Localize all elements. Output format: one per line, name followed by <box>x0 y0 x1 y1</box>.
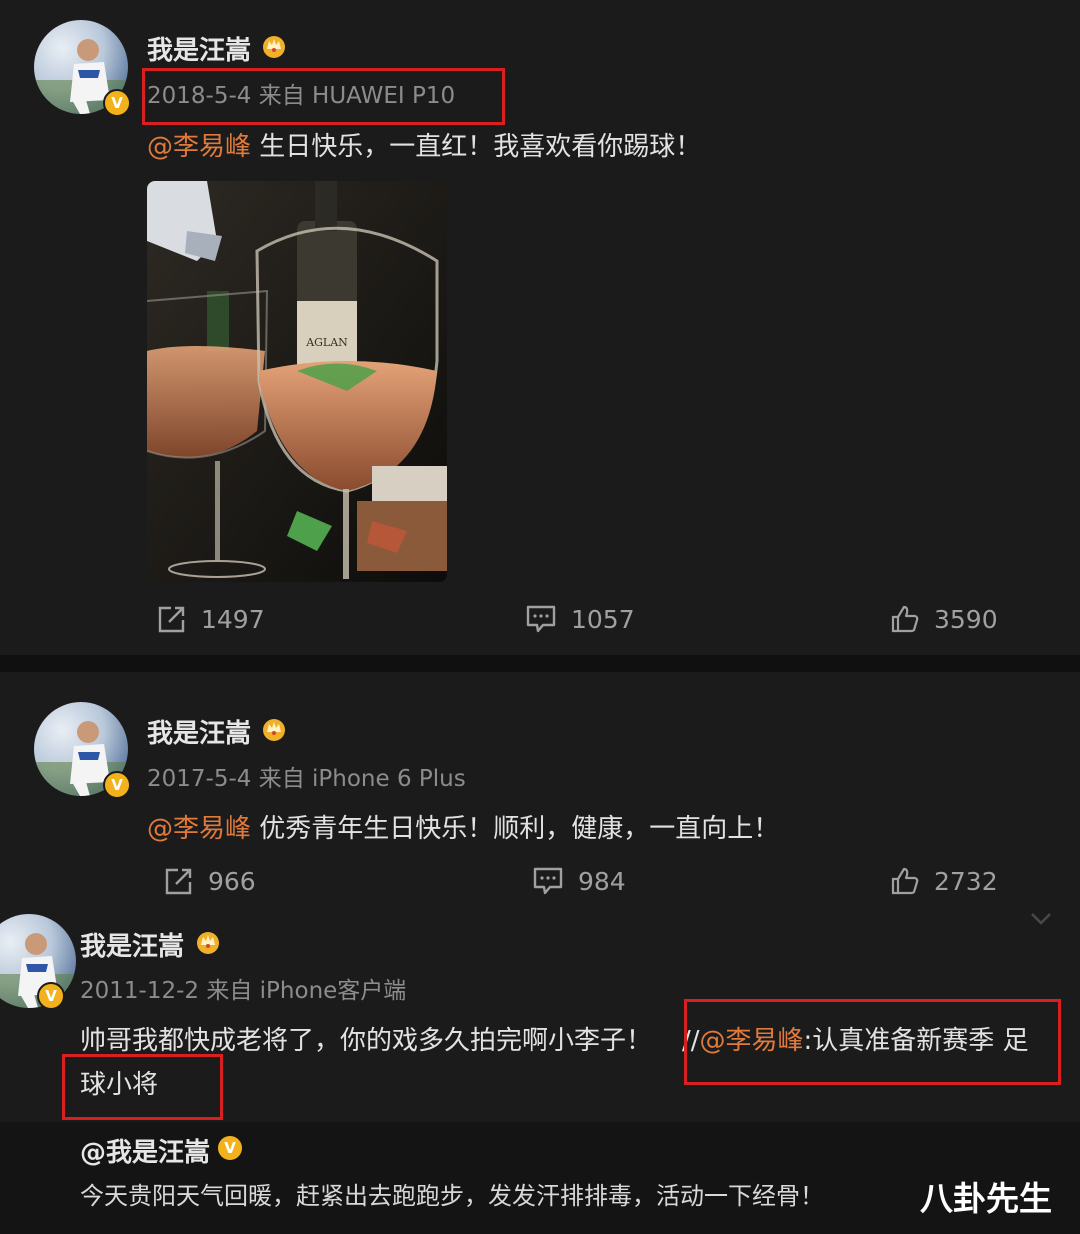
highlight-box <box>142 68 505 125</box>
post-meta: 2017-5-4 来自 iPhone 6 Plus <box>147 766 466 792</box>
post-meta: 2011-12-2 来自 iPhone客户端 <box>80 978 407 1004</box>
repost-count: 1497 <box>201 604 265 634</box>
post-body: 优秀青年生日快乐！顺利，健康，一直向上！ <box>251 814 780 844</box>
post-card: V 我是汪嵩 2011-12-2 来自 iPhone客户端 帅哥我都快成老将了，… <box>0 912 1080 1122</box>
like-button[interactable]: 2732 <box>890 866 998 896</box>
crown-icon <box>263 36 285 58</box>
chevron-down-icon[interactable] <box>1030 912 1052 926</box>
comment-count: 984 <box>578 866 626 896</box>
repost-count: 966 <box>208 866 256 896</box>
post-text: 帅哥我都快成老将了，你的戏多久拍完啊小李子！ <box>80 1020 652 1057</box>
author-name[interactable]: 我是汪嵩 <box>147 30 251 67</box>
like-count: 2732 <box>934 866 998 896</box>
post-image[interactable]: AGLAN <box>147 181 447 582</box>
bottle-label: AGLAN <box>305 336 348 349</box>
post-text: @李易峰 生日快乐，一直红！我喜欢看你踢球！ <box>147 126 701 163</box>
post-text: @李易峰 优秀青年生日快乐！顺利，健康，一直向上！ <box>147 808 779 845</box>
highlight-box <box>684 999 1061 1085</box>
like-icon <box>891 605 919 633</box>
comment-button[interactable]: 1057 <box>525 604 635 634</box>
repost-icon <box>165 868 192 895</box>
repost-icon <box>158 606 185 633</box>
weibo-feed-screenshot: V 我是汪嵩 2018-5-4 来自 HUAWEI P10 @李易峰 生日快乐，… <box>0 0 1080 1234</box>
post-body: 帅哥我都快成老将了，你的戏多久拍完啊小李子！ <box>80 1026 653 1056</box>
comment-button[interactable]: 984 <box>532 866 626 896</box>
highlight-box <box>62 1054 223 1120</box>
original-author[interactable]: @我是汪嵩 <box>80 1132 210 1169</box>
crown-icon <box>197 932 219 954</box>
mention-link[interactable]: @李易峰 <box>147 814 251 844</box>
repost-button[interactable]: 966 <box>164 866 256 896</box>
verified-icon: V <box>103 89 131 117</box>
post-card: V 我是汪嵩 2017-5-4 来自 iPhone 6 Plus @李易峰 优秀… <box>0 672 1080 912</box>
original-post[interactable]: @我是汪嵩 V 今天贵阳天气回暖，赶紧出去跑跑步，发发汗排排毒，活动一下经骨！ <box>0 1122 1080 1234</box>
mention-link[interactable]: @李易峰 <box>147 132 251 162</box>
verified-icon: V <box>103 771 131 799</box>
comment-icon <box>533 867 563 895</box>
comment-icon <box>526 605 556 633</box>
verified-icon: V <box>37 982 65 1010</box>
repost-button[interactable]: 1497 <box>157 604 265 634</box>
verified-icon: V <box>216 1134 244 1162</box>
like-button[interactable]: 3590 <box>890 604 998 634</box>
comment-count: 1057 <box>571 604 635 634</box>
author-name[interactable]: 我是汪嵩 <box>147 713 251 750</box>
post-card: V 我是汪嵩 2018-5-4 来自 HUAWEI P10 @李易峰 生日快乐，… <box>0 0 1080 655</box>
original-text: 今天贵阳天气回暖，赶紧出去跑跑步，发发汗排排毒，活动一下经骨！ <box>80 1182 824 1210</box>
watermark: 八卦先生 <box>920 1179 1052 1218</box>
like-icon <box>891 867 919 895</box>
like-count: 3590 <box>934 604 998 634</box>
author-name[interactable]: 我是汪嵩 <box>80 926 184 963</box>
post-body: 生日快乐，一直红！我喜欢看你踢球！ <box>251 132 702 162</box>
crown-icon <box>263 719 285 741</box>
